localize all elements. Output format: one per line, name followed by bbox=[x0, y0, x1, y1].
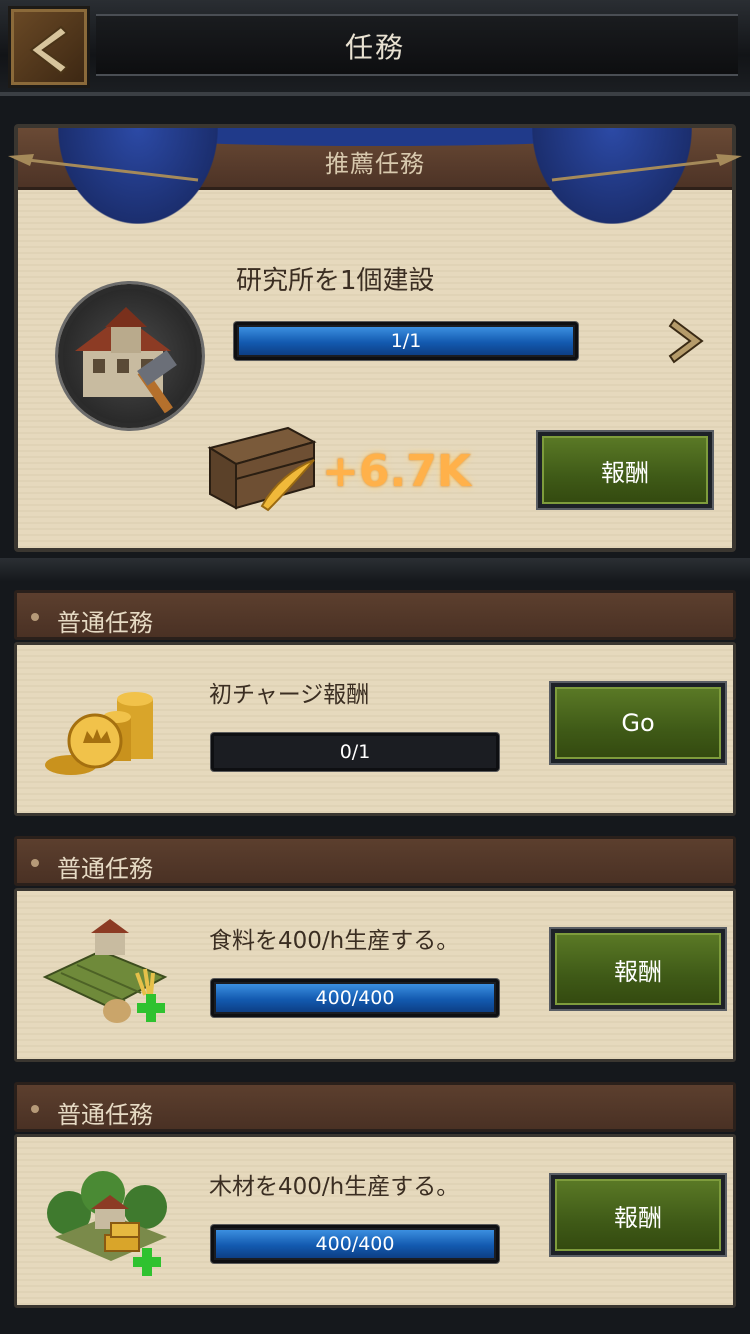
featured-progress-bar: 1/1 bbox=[234, 322, 578, 360]
reward-button[interactable]: 報酬 bbox=[551, 1175, 725, 1255]
reward-amount: +6.7K bbox=[322, 446, 471, 497]
quest-header-title: 普通任務 bbox=[57, 855, 153, 883]
featured-reward-button[interactable]: 報酬 bbox=[538, 432, 712, 508]
quest-header-1: 普通任務 bbox=[14, 590, 736, 640]
quest-description: 食料を400/h生産する。 bbox=[209, 928, 460, 954]
next-arrow-icon[interactable] bbox=[668, 316, 708, 366]
farm-icon bbox=[42, 919, 168, 1023]
bullet-dot bbox=[31, 859, 39, 867]
bullet-dot bbox=[31, 1105, 39, 1113]
quest-description: 初チャージ報酬 bbox=[209, 682, 370, 708]
page-title: 任務 bbox=[344, 31, 405, 64]
featured-quest-card: 推薦任務 研究所を1個建設 1/1 +6.7K 報酬 bbox=[8, 124, 742, 552]
reward-button[interactable]: 報酬 bbox=[551, 929, 725, 1009]
go-button[interactable]: Go bbox=[551, 683, 725, 763]
featured-heading: 推薦任務 bbox=[325, 150, 425, 178]
treasure-chest-icon bbox=[207, 426, 317, 512]
quest-header-2: 普通任務 bbox=[14, 836, 736, 886]
featured-progress-text: 1/1 bbox=[390, 330, 422, 352]
quest-progress-text: 0/1 bbox=[339, 741, 371, 763]
featured-description: 研究所を1個建設 bbox=[236, 266, 435, 296]
quest-card-3: 木材を400/h生産する。 400/400 報酬 bbox=[14, 1134, 736, 1308]
quest-progress-bar: 400/400 bbox=[211, 1225, 499, 1263]
gold-coins-icon bbox=[45, 692, 153, 775]
quest-header-title: 普通任務 bbox=[57, 609, 153, 637]
quest-progress-bar: 400/400 bbox=[211, 979, 499, 1017]
quest-card-1: 初チャージ報酬 0/1 Go bbox=[14, 642, 736, 816]
laboratory-icon bbox=[58, 284, 202, 428]
bullet-dot bbox=[31, 613, 39, 621]
header-bar: 任務 bbox=[0, 0, 750, 96]
quest-progress-text: 400/400 bbox=[315, 987, 395, 1009]
quest-description: 木材を400/h生産する。 bbox=[209, 1174, 460, 1200]
quest-progress-text: 400/400 bbox=[315, 1233, 395, 1255]
quest-card-2: 食料を400/h生産する。 400/400 報酬 bbox=[14, 888, 736, 1062]
lumber-mill-icon bbox=[47, 1171, 167, 1276]
quest-header-title: 普通任務 bbox=[57, 1101, 153, 1129]
quest-progress-bar: 0/1 bbox=[211, 733, 499, 771]
section-divider bbox=[0, 558, 750, 582]
quest-header-3: 普通任務 bbox=[14, 1082, 736, 1132]
